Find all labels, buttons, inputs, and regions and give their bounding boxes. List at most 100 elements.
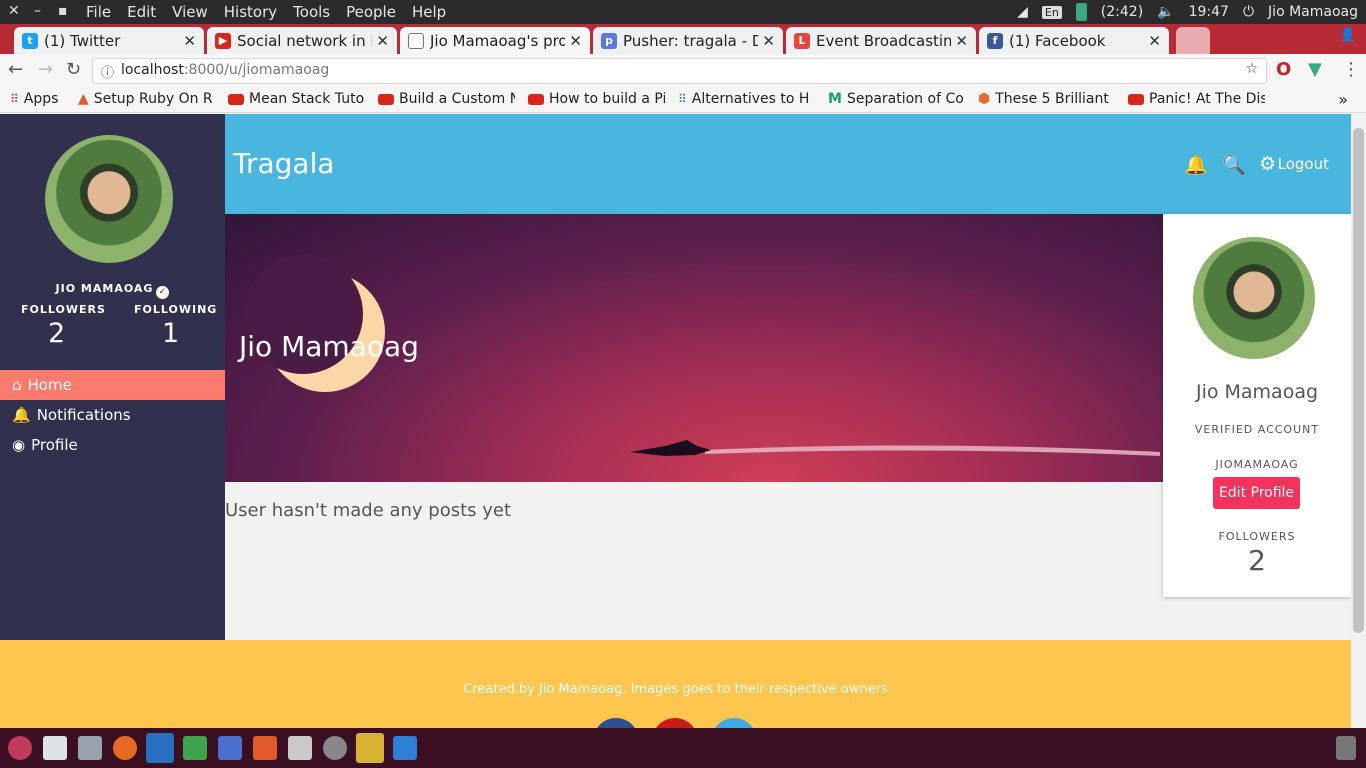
close-window-icon[interactable]: ✕ [8,3,20,19]
profile-icon[interactable]: 👤 [1340,28,1356,43]
bookmark-label: These 5 Brilliant [995,91,1109,107]
card-followers-label: FOLLOWERS [1218,530,1296,543]
sidebar-item-home[interactable]: ⌂ Home [0,370,225,400]
keyboard-layout[interactable]: En [1041,5,1062,19]
back-icon[interactable]: ← [8,59,23,80]
forward-icon[interactable]: → [38,59,53,80]
bookmark-how-to-build[interactable]: How to build a Pi [528,91,665,107]
dots-icon: ⠿ [678,92,687,106]
bookmark-star-icon[interactable]: ☆ [1245,61,1258,77]
vue-devtools-icon[interactable]: ▼ [1308,59,1322,80]
files-app-icon[interactable] [78,736,102,760]
power-icon[interactable]: ⏻ [1243,4,1254,20]
tab-event-broadcasting[interactable]: L Event Broadcasting ✕ [786,27,976,54]
new-tab-button[interactable] [1176,27,1210,54]
menu-edit[interactable]: Edit [127,3,156,21]
firefox-icon[interactable] [113,736,137,760]
document-icon[interactable] [218,736,242,760]
trash-icon[interactable] [1336,736,1356,760]
sidebar-avatar[interactable] [45,135,173,263]
address-row: ← → ↻ ⓘ localhost:8000/u/jiomamaoag ☆ O … [0,54,1366,87]
sidebar-item-label: Profile [31,436,78,454]
battery-icon[interactable] [1075,3,1087,21]
tab-facebook[interactable]: f (1) Facebook ✕ [979,27,1169,54]
pusher-icon: p [601,32,617,49]
reload-icon[interactable]: ↻ [66,59,81,80]
ubuntu-menu-icon[interactable] [8,736,32,760]
os-top-bar: ✕ – ▪ File Edit View History Tools Peopl… [0,0,1366,24]
close-tab-icon[interactable]: ✕ [1148,32,1161,50]
menu-tools[interactable]: Tools [293,3,330,21]
card-avatar[interactable] [1193,237,1315,359]
gear-icon[interactable]: ⚙ [1259,153,1276,175]
session-user[interactable]: Jio Mamaoag [1268,4,1358,20]
wifi-icon[interactable]: ◢ [1017,4,1028,20]
bookmark-alternatives[interactable]: ⠿ Alternatives to H [678,91,815,107]
facebook-icon[interactable] [593,718,639,728]
menu-file[interactable]: File [86,3,111,21]
bookmark-setup-ruby[interactable]: ▲ Setup Ruby On R [78,91,215,107]
twitter-icon[interactable] [711,718,757,728]
spreadsheet-icon[interactable] [183,736,207,760]
page-icon [408,32,424,49]
tab-title: Pusher: tragala - De [623,31,759,50]
bell-icon[interactable]: 🔔 [1184,153,1208,176]
empty-posts-message: User hasn't made any posts yet [225,500,512,521]
jet-silhouette [630,440,711,456]
more-bookmarks-icon[interactable]: » [1338,90,1348,109]
tab-social-network[interactable]: ▶ Social network in La ✕ [207,27,397,54]
youtube-icon [1128,93,1144,105]
url-field[interactable]: ⓘ localhost:8000/u/jiomamaoag ☆ [92,58,1267,84]
notes-app-icon[interactable] [43,736,67,760]
menu-view[interactable]: View [172,3,208,21]
bookmark-apps[interactable]: ⠿ Apps [10,91,70,107]
close-tab-icon[interactable]: ✕ [376,32,389,50]
bell-icon: 🔔 [12,406,31,424]
scrollbar-thumb[interactable] [1353,128,1364,633]
close-tab-icon[interactable]: ✕ [183,32,196,50]
sidebar-item-notifications[interactable]: 🔔 Notifications [0,400,225,430]
tab-title: Jio Mamaoag's pro [430,31,566,50]
bookmark-brilliant[interactable]: ⬢ These 5 Brilliant [978,91,1115,107]
apps-grid-icon: ⠿ [10,92,19,106]
search-icon[interactable]: 🔍 [1222,153,1246,176]
footer-credits: Created by Jio Mamaoag. Images goes to t… [463,682,888,697]
youtube-icon[interactable] [652,718,698,728]
opera-extension-icon[interactable]: O [1276,59,1291,80]
sidebar-item-profile[interactable]: ◉ Profile [0,430,225,460]
maximize-window-icon[interactable]: ▪ [58,3,68,19]
bookmark-panic[interactable]: Panic! At The Dis [1128,91,1265,107]
software-store-icon[interactable] [288,736,312,760]
vscode-icon[interactable] [146,733,174,763]
logout-link[interactable]: Logout [1278,155,1329,173]
bookmark-mean-stack[interactable]: Mean Stack Tutor [228,91,365,107]
bookmark-label: Mean Stack Tutor [249,91,365,107]
edit-profile-button[interactable]: Edit Profile [1213,477,1300,509]
bookmark-separation[interactable]: M Separation of Co [828,91,965,107]
volume-icon[interactable]: 🔈 [1157,4,1174,20]
chrome-icon[interactable] [356,733,384,763]
menu-help[interactable]: Help [412,3,446,21]
tab-profile-active[interactable]: Jio Mamaoag's pro ✕ [400,27,590,54]
close-tab-icon[interactable]: ✕ [955,32,968,50]
browser-menu-icon[interactable]: ⋮ [1342,59,1360,80]
bookmark-build-custom[interactable]: Build a Custom N [378,91,515,107]
close-tab-icon[interactable]: ✕ [569,32,582,50]
page-scrollbar[interactable] [1351,114,1366,728]
remote-desktop-icon[interactable] [393,736,417,760]
menu-history[interactable]: History [224,3,277,21]
tab-pusher[interactable]: p Pusher: tragala - De ✕ [593,27,783,54]
presentation-icon[interactable] [253,736,277,760]
info-icon[interactable]: ⓘ [101,62,114,81]
brand-title[interactable]: Tragala [233,147,335,180]
tab-title: (1) Facebook [1009,31,1106,50]
username-label: JIOMAMAOAG [1215,458,1299,471]
minimize-window-icon[interactable]: – [34,3,41,19]
menu-people[interactable]: People [346,3,396,21]
settings-icon[interactable] [323,736,347,760]
bookmark-label: Alternatives to H [691,91,810,107]
close-tab-icon[interactable]: ✕ [762,32,775,50]
followers-count: 2 [48,318,66,349]
tab-twitter[interactable]: t (1) Twitter ✕ [14,27,204,54]
clock[interactable]: 19:47 [1189,4,1229,20]
